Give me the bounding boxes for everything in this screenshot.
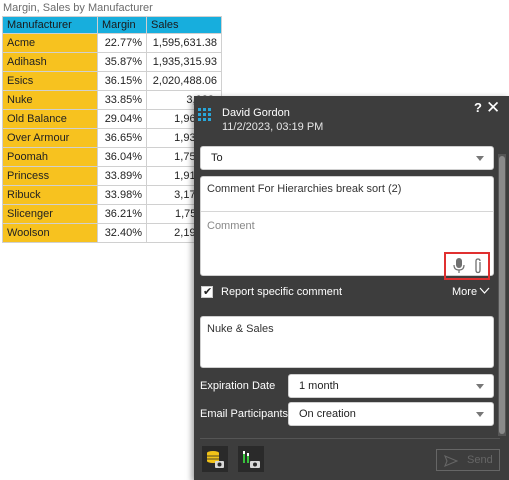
cell-sales[interactable]: 1,595,631.38 (146, 33, 222, 53)
comment-textarea[interactable]: Comment (207, 220, 255, 232)
table-row: Old Balance29.04%1,966,18 (2, 109, 222, 129)
report-title: Margin, Sales by Manufacturer (3, 2, 153, 14)
database-camera-icon (207, 451, 224, 468)
table-row: Adihash 35.87% 1,935,315.93 (2, 52, 222, 72)
table-row: Slicenger36.21%1,750,11 (2, 204, 222, 224)
expiration-date-label: Expiration Date (200, 380, 276, 392)
comment-divider (201, 211, 493, 212)
table-row: Ribuck33.98%3,171,46 (2, 185, 222, 205)
email-participants-label: Email Participants (200, 408, 289, 420)
cell-margin[interactable]: 22.77% (97, 33, 147, 53)
cell-margin[interactable]: 29.04% (97, 109, 147, 129)
context-box[interactable]: Nuke & Sales (200, 316, 494, 368)
report-specific-label: Report specific comment (221, 286, 343, 298)
comment-title-input[interactable]: Comment For Hierarchies break sort (2) (207, 183, 401, 195)
report-grid: Manufacturer Margin Sales Acme 22.77% 1,59… (2, 16, 222, 243)
table-row: Nuke33.85%3,023, (2, 90, 222, 110)
chart-snapshot-button[interactable] (238, 446, 264, 472)
grid-header-row: Manufacturer Margin Sales (2, 16, 222, 34)
chevron-down-icon[interactable] (479, 287, 490, 295)
column-header-manufacturer[interactable]: Manufacturer (2, 16, 98, 34)
cell-manufacturer[interactable]: Over Armour (2, 128, 98, 148)
table-row: Princess33.89%1,918,85 (2, 166, 222, 186)
comment-timestamp: 11/2/2023, 03:19 PM (222, 121, 324, 133)
cell-sales[interactable]: 2,020,488.06 (146, 71, 222, 91)
chevron-down-icon (476, 156, 484, 161)
grid-logo-icon (198, 108, 212, 122)
scrollbar-thumb[interactable] (499, 156, 505, 434)
send-label: Send (467, 454, 493, 466)
cell-manufacturer[interactable]: Adihash (2, 52, 98, 72)
email-participants-select[interactable]: On creation (288, 402, 494, 426)
close-icon[interactable]: ✕ (486, 98, 500, 118)
table-row: Acme 22.77% 1,595,631.38 (2, 33, 222, 53)
footer-divider (200, 438, 500, 439)
user-name: David Gordon (222, 107, 290, 119)
expiration-date-select[interactable]: 1 month (288, 374, 494, 398)
send-icon (444, 455, 458, 467)
table-row: Woolson32.40%2,193,12 (2, 223, 222, 243)
paperclip-icon[interactable] (473, 258, 483, 274)
cell-margin[interactable]: 32.40% (97, 223, 147, 243)
column-header-margin[interactable]: Margin (97, 16, 147, 34)
highlight-annotation-box (444, 252, 490, 280)
context-value: Nuke & Sales (207, 323, 274, 335)
cell-margin[interactable]: 36.15% (97, 71, 147, 91)
cell-manufacturer[interactable]: Woolson (2, 223, 98, 243)
cell-margin[interactable]: 33.85% (97, 90, 147, 110)
cell-sales[interactable]: 1,935,315.93 (146, 52, 222, 72)
chevron-down-icon (476, 384, 484, 389)
cell-manufacturer[interactable]: Esics (2, 71, 98, 91)
cell-manufacturer[interactable]: Nuke (2, 90, 98, 110)
cell-margin[interactable]: 36.21% (97, 204, 147, 224)
cell-margin[interactable]: 35.87% (97, 52, 147, 72)
email-participants-value: On creation (299, 408, 356, 420)
table-row: Over Armour36.65%1,935,90 (2, 128, 222, 148)
data-snapshot-button[interactable] (202, 446, 228, 472)
table-row: Esics 36.15% 2,020,488.06 (2, 71, 222, 91)
cell-margin[interactable]: 36.04% (97, 147, 147, 167)
help-icon[interactable]: ? (474, 100, 482, 115)
microphone-icon[interactable] (453, 258, 465, 274)
chart-camera-icon (243, 451, 260, 468)
more-options-button[interactable]: More (452, 286, 477, 298)
cell-manufacturer[interactable]: Princess (2, 166, 98, 186)
grid-body: Acme 22.77% 1,595,631.38 Adihash 35.87% 1,935… (2, 33, 222, 243)
cell-margin[interactable]: 36.65% (97, 128, 147, 148)
checkmark-icon: ✔ (203, 286, 213, 298)
cell-manufacturer[interactable]: Ribuck (2, 185, 98, 205)
to-select[interactable]: To (200, 146, 494, 170)
cell-manufacturer[interactable]: Acme (2, 33, 98, 53)
column-header-sales[interactable]: Sales (146, 16, 222, 34)
table-row: Poomah36.04%1,757,59 (2, 147, 222, 167)
to-select-value: To (211, 152, 223, 164)
cell-manufacturer[interactable]: Poomah (2, 147, 98, 167)
report-specific-checkbox[interactable]: ✔ (201, 286, 213, 298)
cell-manufacturer[interactable]: Old Balance (2, 109, 98, 129)
cell-margin[interactable]: 33.89% (97, 166, 147, 186)
expiration-date-value: 1 month (299, 380, 339, 392)
comment-panel: David Gordon 11/2/2023, 03:19 PM ? ✕ To … (194, 96, 509, 480)
cell-margin[interactable]: 33.98% (97, 185, 147, 205)
send-button[interactable]: Send (436, 449, 500, 471)
cell-manufacturer[interactable]: Slicenger (2, 204, 98, 224)
chevron-down-icon (476, 412, 484, 417)
